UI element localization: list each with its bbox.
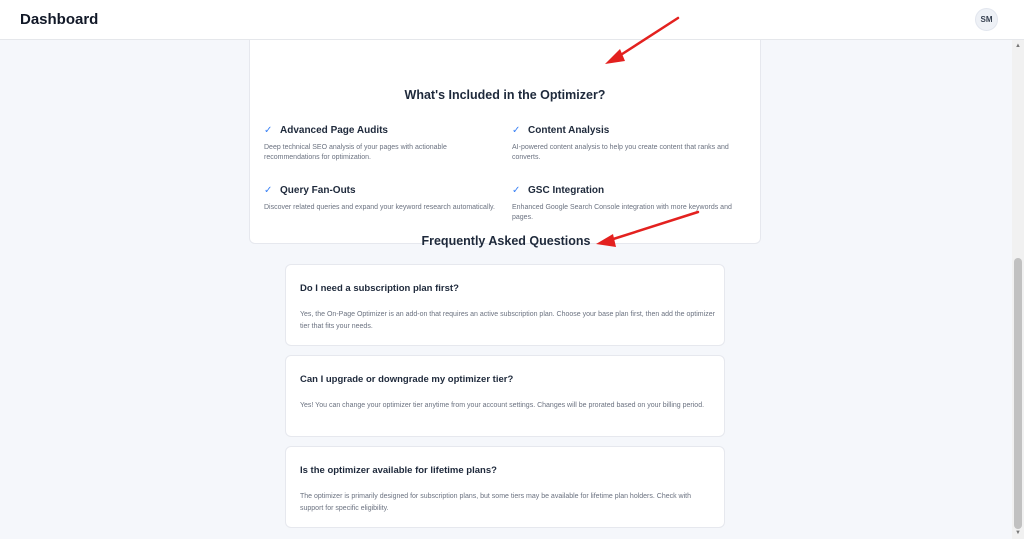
check-icon: ✓ [264, 125, 273, 136]
check-icon: ✓ [512, 185, 521, 196]
main-content: What's Included in the Optimizer? ✓ Adva… [0, 40, 1012, 539]
faq-question: Is the optimizer available for lifetime … [300, 465, 497, 476]
feature-description: Deep technical SEO analysis of your page… [264, 144, 447, 161]
feature-description: Enhanced Google Search Console integrati… [512, 204, 732, 221]
faq-answer: The optimizer is primarily designed for … [300, 493, 692, 512]
top-bar: Dashboard SM [0, 0, 1024, 40]
scroll-down-arrow-icon[interactable]: ▼ [1014, 529, 1022, 537]
feature-name: Advanced Page Audits [280, 125, 388, 136]
scrollbar[interactable]: ▲ ▼ [1012, 40, 1024, 539]
faq-item[interactable]: Can I upgrade or downgrade my optimizer … [285, 355, 725, 437]
faq-answer: Yes! You can change your optimizer tier … [300, 402, 705, 409]
included-features-card: What's Included in the Optimizer? ✓ Adva… [249, 40, 761, 244]
faq-answer: Yes, the On-Page Optimizer is an add-on … [300, 311, 715, 330]
feature-name: Query Fan-Outs [280, 185, 356, 196]
check-icon: ✓ [264, 185, 273, 196]
feature-description: AI-powered content analysis to help you … [512, 144, 729, 161]
feature-name: Content Analysis [528, 125, 610, 136]
feature-name: GSC Integration [528, 185, 605, 196]
scroll-up-arrow-icon[interactable]: ▲ [1014, 42, 1022, 50]
faq-item[interactable]: Is the optimizer available for lifetime … [285, 446, 725, 528]
feature-advanced-page-audits: ✓ Advanced Page Audits Deep technical SE… [264, 125, 504, 163]
faq-question: Do I need a subscription plan first? [300, 283, 459, 294]
page-title: Dashboard [20, 11, 99, 28]
faq-title: Frequently Asked Questions [421, 234, 591, 248]
faq-question: Can I upgrade or downgrade my optimizer … [300, 374, 514, 385]
feature-query-fan-outs: ✓ Query Fan-Outs Discover related querie… [264, 185, 504, 213]
feature-gsc-integration: ✓ GSC Integration Enhanced Google Search… [512, 185, 752, 223]
feature-description: Discover related queries and expand your… [264, 204, 495, 211]
scrollbar-thumb[interactable] [1014, 258, 1022, 529]
feature-content-analysis: ✓ Content Analysis AI-powered content an… [512, 125, 752, 163]
faq-item[interactable]: Do I need a subscription plan first? Yes… [285, 264, 725, 346]
avatar[interactable]: SM [975, 8, 998, 31]
included-title: What's Included in the Optimizer? [404, 88, 606, 102]
check-icon: ✓ [512, 125, 521, 136]
